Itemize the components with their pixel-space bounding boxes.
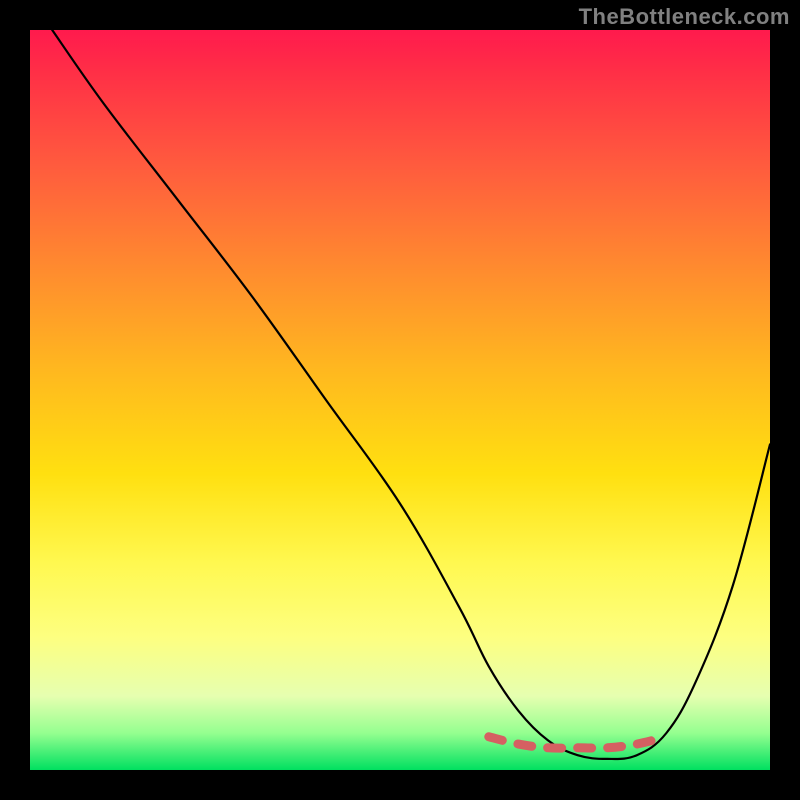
- chart-container: TheBottleneck.com: [0, 0, 800, 800]
- plot-area: [30, 30, 770, 770]
- highlight-band: [489, 737, 667, 748]
- curve-line: [52, 30, 770, 759]
- chart-svg: [30, 30, 770, 770]
- attribution-text: TheBottleneck.com: [579, 4, 790, 30]
